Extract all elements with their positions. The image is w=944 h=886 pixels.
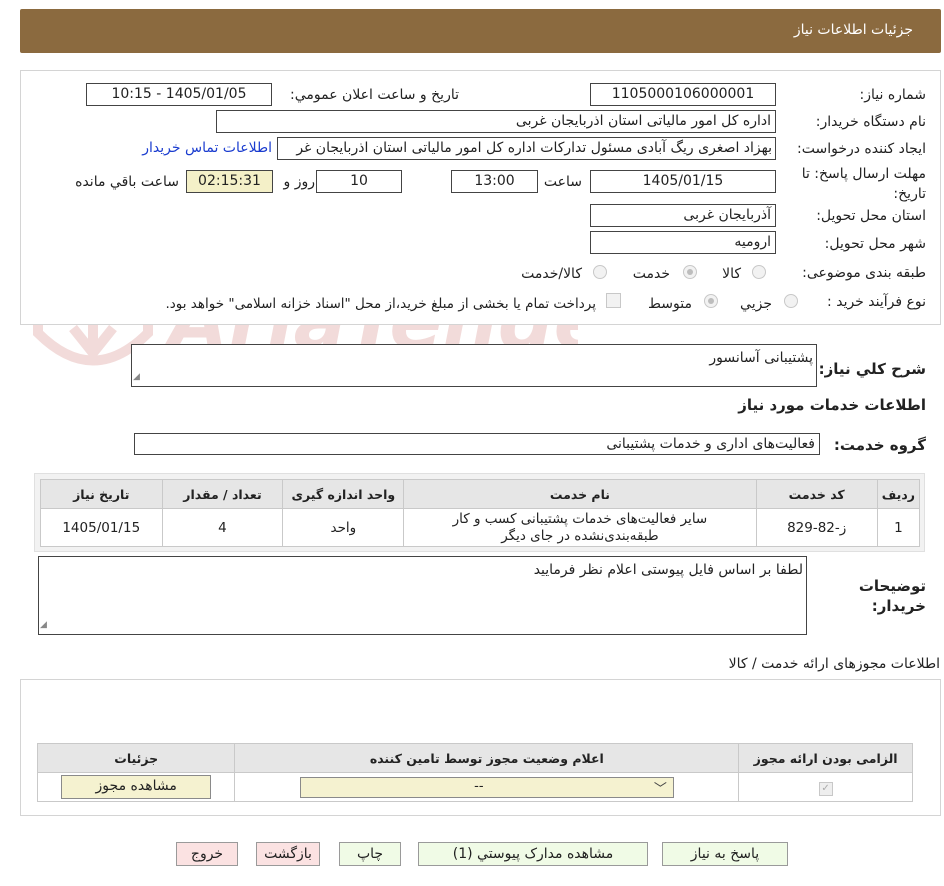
cell-status: -- ﹀ [234,772,740,802]
buyer-org-value: اداره کل امور مالیاتی استان اذربایجان غر… [515,113,771,129]
process-label: نوع فرآیند خرید : [827,294,926,310]
summary-label: شرح کلي نیاز: [818,360,926,378]
page-title: جزئیات اطلاعات نیاز [793,22,913,38]
col-required: الزامی بودن ارائه مجوز [738,743,913,773]
permits-section-title: اطلاعات مجوزهای ارائه خدمت / کالا [728,656,940,672]
buyer-org-label: نام دستگاه خریدار: [815,114,926,130]
city-field: ارومیه [590,231,776,254]
cell-code: ز-82-829 [755,508,878,547]
remaining-label: ساعت باقي مانده [75,174,179,190]
cell-qty: 4 [161,508,284,547]
announce-field: 1405/01/05 - 10:15 [86,83,272,106]
city-value: ارومیه [734,234,771,250]
days-field: 10 [316,170,402,193]
col-row: ردیف [876,479,921,509]
col-details: جزئیات [36,743,236,773]
permit-status-value: -- [474,778,484,794]
buyer-notes-value: لطفا بر اساس فایل پیوستی اعلام نظر فرمای… [533,562,803,578]
category-label: طبقه بندی موضوعی: [802,265,926,281]
summary-textarea[interactable]: پشتیبانی آسانسور ◢ [131,344,817,387]
cell-name-line2: طبقه‌بندی‌نشده در جای دیگر [501,527,659,544]
services-table: ردیف کد خدمت نام خدمت واحد اندازه گیری ت… [40,479,921,547]
category-radio-service[interactable] [683,265,697,279]
cell-name-line1: سایر فعالیت‌های خدمات پشتیبانی کسب و کار [452,510,708,527]
services-section-title: اطلاعات خدمات مورد نیاز [738,396,926,414]
time-label: ساعت [543,174,582,190]
col-unit: واحد اندازه گیری [282,479,405,509]
province-label: استان محل تحویل: [816,208,926,224]
cell-details: مشاهده مجوز [36,772,236,802]
process-radio-medium[interactable] [704,294,718,308]
deadline-time-field: 13:00 [451,170,538,193]
creator-value: بهزاد اصغری ریگ آبادی مسئول تدارکات ادار… [296,140,772,156]
remaining-time-field: 02:15:31 [186,170,273,193]
reply-button[interactable]: پاسخ به نیاز [662,842,788,866]
table-row: ✓ -- ﹀ مشاهده مجوز [36,772,913,802]
days-label: روز و [283,174,316,190]
col-qty: تعداد / مقدار [161,479,284,509]
creator-label: ایجاد کننده درخواست: [797,141,926,157]
col-status: اعلام وضعیت مجوز توسط تامین کننده [234,743,740,773]
services-table-header: ردیف کد خدمت نام خدمت واحد اندازه گیری ت… [40,479,921,509]
permit-status-select[interactable]: -- ﹀ [299,776,674,798]
resize-handle-icon[interactable]: ◢ [133,368,140,386]
contact-buyer-link[interactable]: اطلاعات تماس خریدار [142,140,272,156]
service-group-label: گروه خدمت: [833,436,926,454]
summary-value: پشتیبانی آسانسور [709,350,813,366]
col-code: کد خدمت [755,479,878,509]
city-label: شهر محل تحویل: [824,236,926,252]
process-option-minor: جزيي [740,296,772,312]
view-permit-button[interactable]: مشاهده مجوز [61,775,212,799]
cell-unit: واحد [282,508,405,547]
page-header: جزئیات اطلاعات نیاز [20,9,941,53]
view-attachments-button[interactable]: مشاهده مدارک پیوستي (1) [418,842,648,866]
buyer-notes-label: توضیحات خریدار: [858,577,926,615]
need-number-field: 1105000106000001 [590,83,776,106]
service-group-value: فعالیت‌های اداری و خدمات پشتیبانی [606,436,815,452]
treasury-checkbox[interactable] [606,293,621,308]
print-button[interactable]: چاپ [339,842,401,866]
col-date: تاریخ نیاز [40,479,163,509]
deadline-label: مهلت ارسال پاسخ: تا تاریخ: [801,166,926,202]
province-value: آذربایجان غربی [683,207,771,223]
table-row: 1 ز-82-829 سایر فعالیت‌های خدمات پشتیبان… [40,508,921,547]
creator-field: بهزاد اصغری ریگ آبادی مسئول تدارکات ادار… [277,137,776,160]
payment-note: پرداخت تمام یا بخشی از مبلغ خرید،از محل … [165,296,596,312]
required-checkbox: ✓ [818,781,833,796]
province-field: آذربایجان غربی [590,204,776,227]
process-option-medium: متوسط [648,296,692,312]
cell-required: ✓ [738,772,913,802]
cell-row: 1 [876,508,921,547]
resize-handle-icon[interactable]: ◢ [40,616,47,634]
category-radio-goods[interactable] [752,265,766,279]
buyer-org-field: اداره کل امور مالیاتی استان اذربایجان غر… [216,110,776,133]
cell-date: 1405/01/15 [40,508,163,547]
buyer-notes-textarea[interactable]: لطفا بر اساس فایل پیوستی اعلام نظر فرمای… [38,556,807,635]
need-number-label: شماره نیاز: [859,87,927,103]
process-radio-minor[interactable] [784,294,798,308]
chevron-down-icon: ﹀ [653,781,667,797]
permits-table-header: الزامی بودن ارائه مجوز اعلام وضعیت مجوز … [36,743,913,773]
announce-label: تاریخ و ساعت اعلان عمومي: [290,87,459,103]
service-group-field: فعالیت‌های اداری و خدمات پشتیبانی [134,433,820,455]
permits-table: الزامی بودن ارائه مجوز اعلام وضعیت مجوز … [36,743,913,802]
col-name: نام خدمت [403,479,757,509]
services-table-wrapper: ردیف کد خدمت نام خدمت واحد اندازه گیری ت… [34,473,925,552]
cell-name: سایر فعالیت‌های خدمات پشتیبانی کسب و کار… [403,508,757,547]
deadline-date-field: 1405/01/15 [590,170,776,193]
back-button[interactable]: بازگشت [256,842,320,866]
category-option-both: کالا/خدمت [521,266,582,282]
category-option-service: خدمت [632,266,670,282]
category-option-goods: کالا [722,266,741,282]
exit-button[interactable]: خروج [176,842,238,866]
category-radio-both[interactable] [593,265,607,279]
